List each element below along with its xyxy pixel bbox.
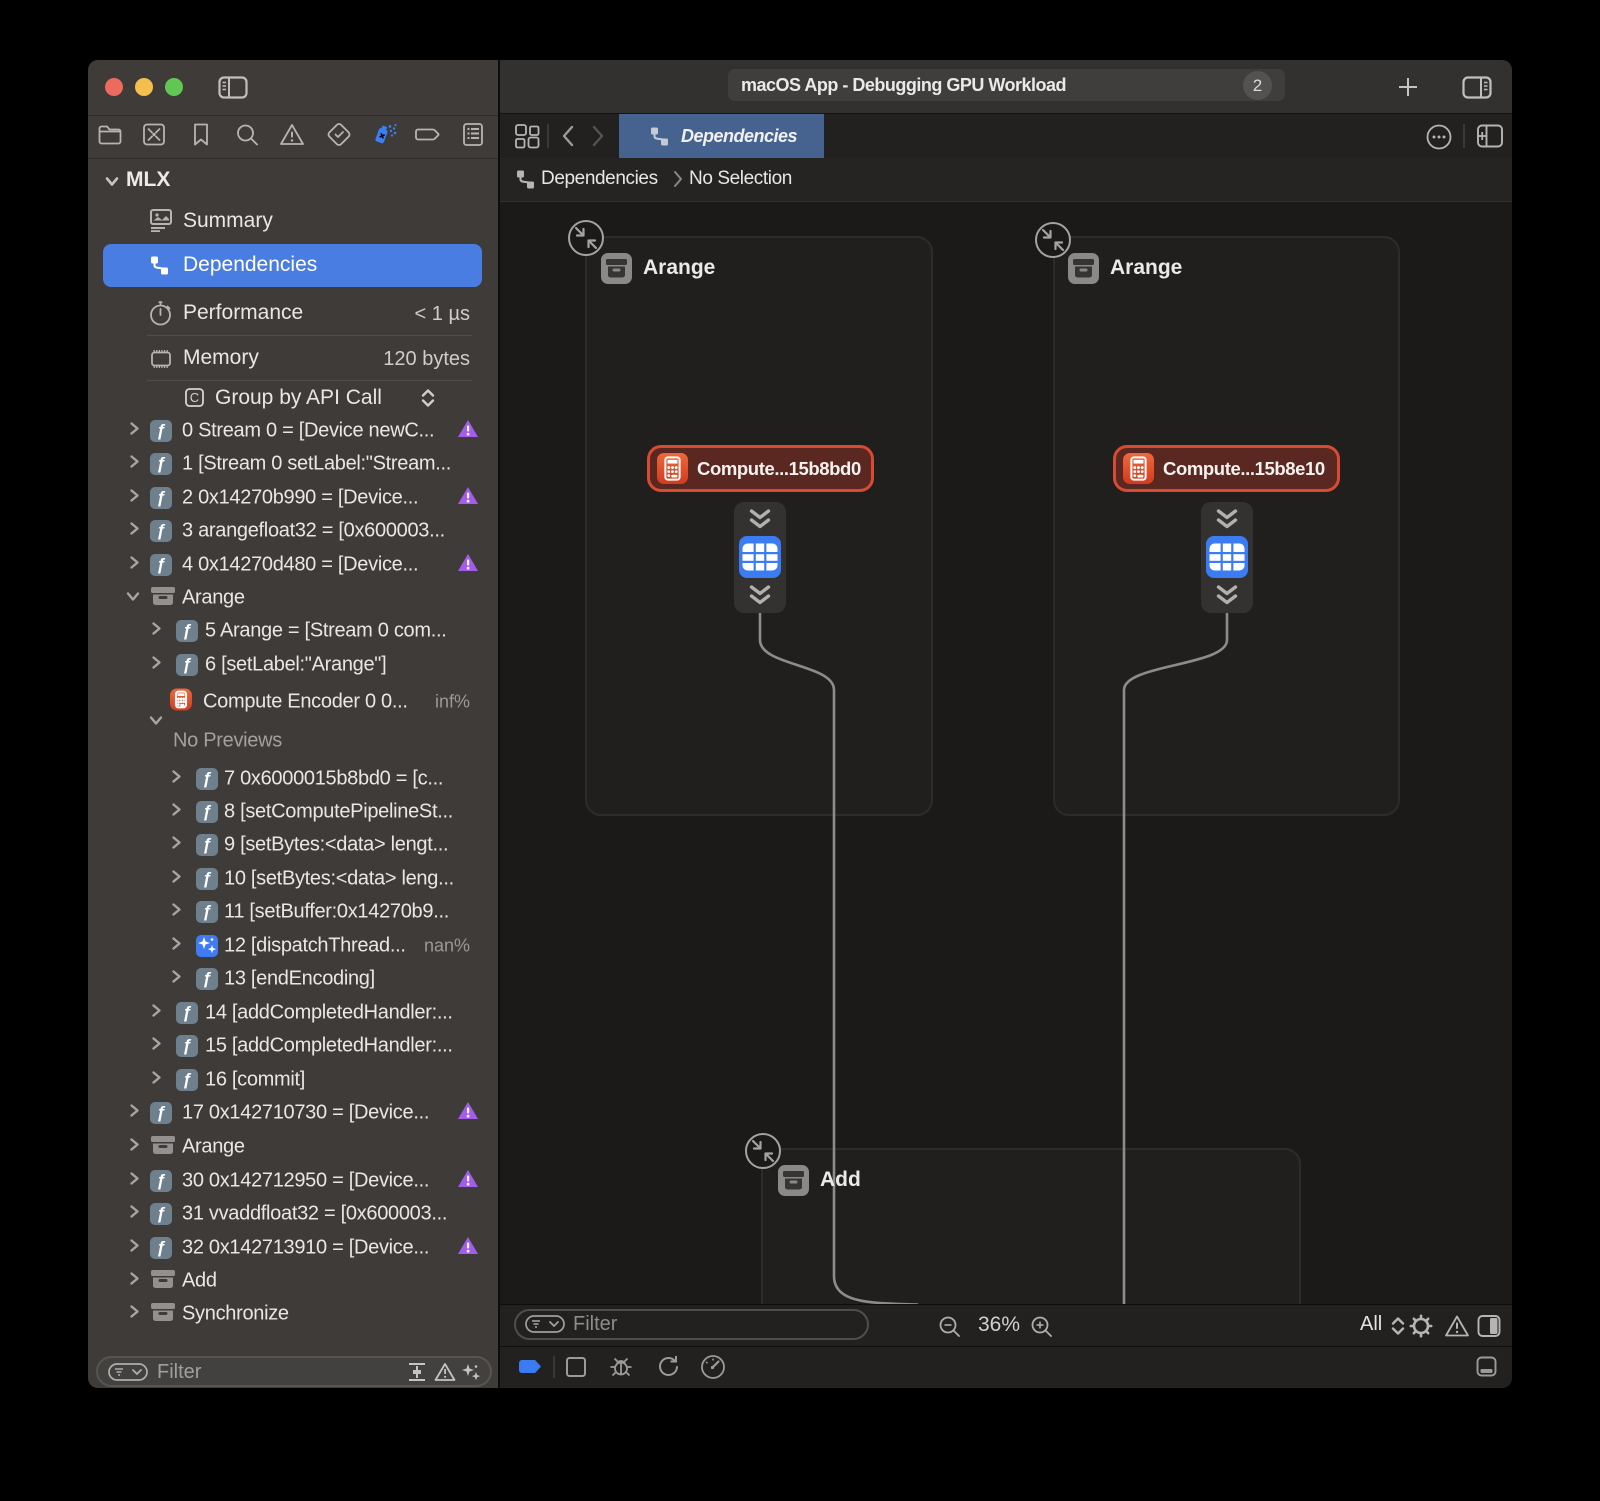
svg-text:C: C bbox=[190, 390, 199, 405]
